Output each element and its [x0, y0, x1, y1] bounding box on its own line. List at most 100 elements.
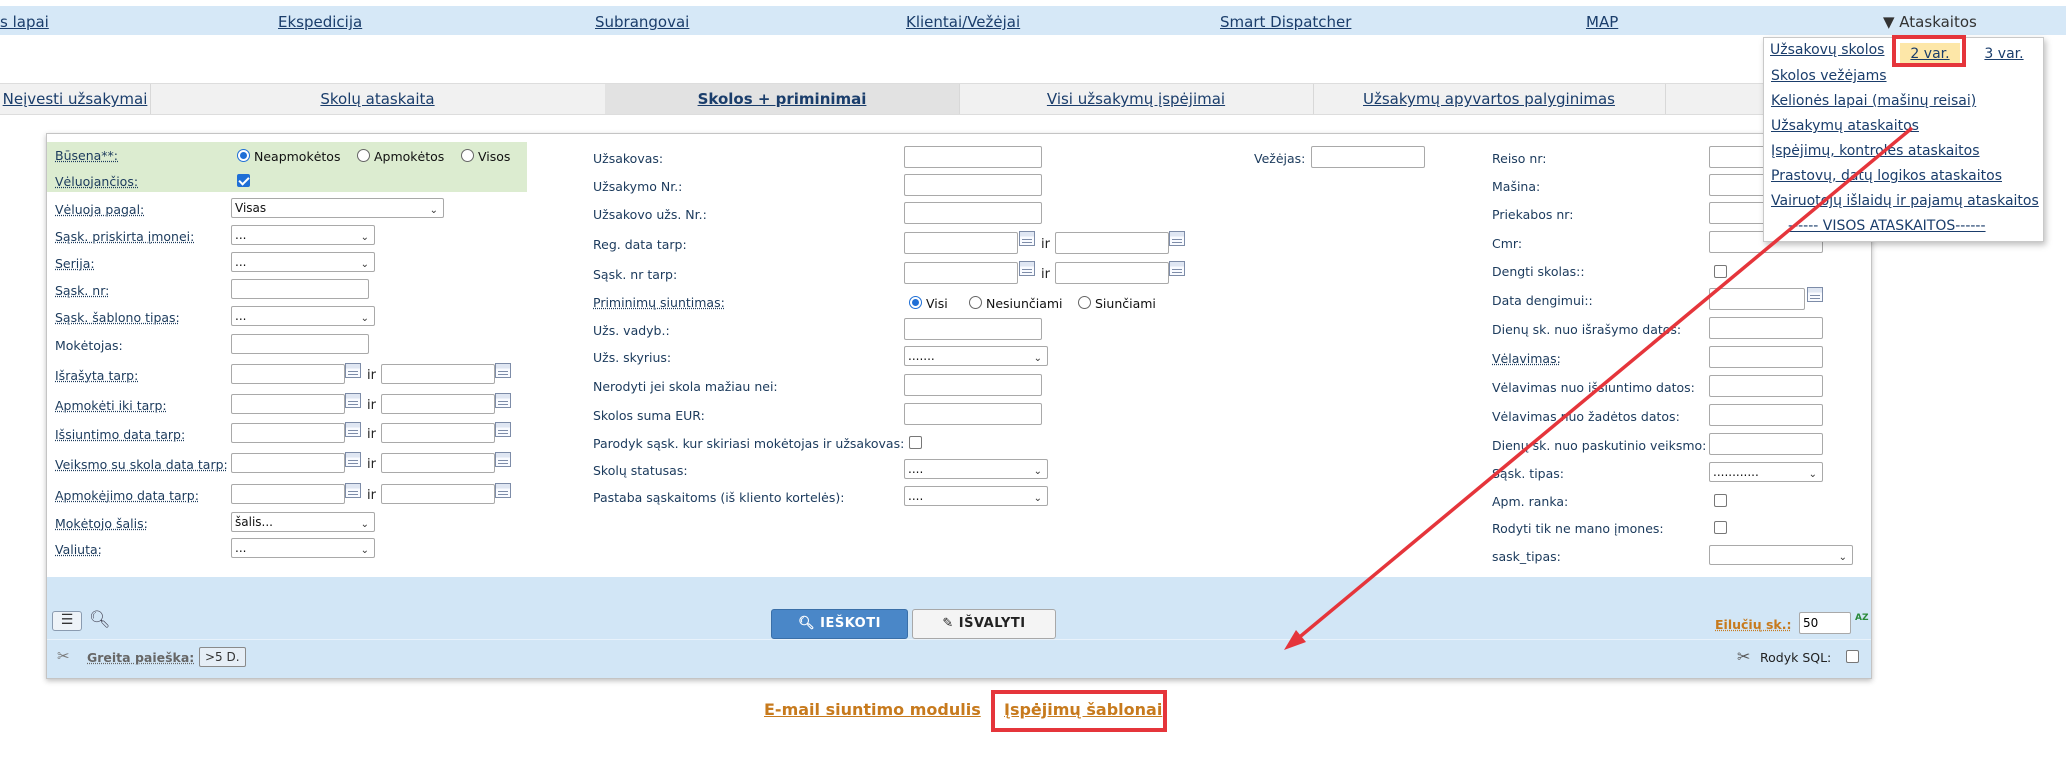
rodyk-sql-checkbox[interactable]	[1846, 650, 1859, 663]
sask-nr-label: Sąsk. nr:	[55, 283, 110, 298]
calendar-icon[interactable]	[345, 483, 361, 498]
rodyti-tik-checkbox[interactable]	[1714, 521, 1727, 534]
pastaba-select[interactable]: .... ⌄	[904, 486, 1048, 506]
sask-tipas2-select[interactable]: ⌄	[1709, 545, 1853, 565]
sask-priskirta-select[interactable]: ... ⌄	[231, 225, 375, 245]
menu-item-ispejimu[interactable]: Įspėjimų, kontrolės ataskaitos	[1771, 143, 1980, 159]
apmoketi-from[interactable]	[231, 394, 345, 414]
menu-item-skolos-vezejams[interactable]: Skolos vežėjams	[1771, 68, 1887, 84]
moketojo-salis-select[interactable]: šalis... ⌄	[231, 512, 375, 532]
calendar-icon[interactable]	[495, 483, 511, 498]
tab-visi-ispejimai[interactable]: Visi užsakymų įspėjimai	[959, 84, 1314, 114]
calendar-icon[interactable]	[345, 422, 361, 437]
calendar-icon[interactable]	[495, 452, 511, 467]
calendar-icon[interactable]	[1807, 287, 1823, 302]
greita-label: Greita paieška:	[87, 650, 195, 665]
calendar-icon[interactable]	[345, 363, 361, 378]
veluojancios-checkbox[interactable]	[237, 174, 250, 187]
uzs-vadyb-input[interactable]	[904, 318, 1042, 340]
reg-data-to[interactable]	[1055, 232, 1169, 254]
apmokejimo-to[interactable]	[381, 484, 495, 504]
calendar-icon[interactable]	[1169, 231, 1185, 246]
veiksmo-to[interactable]	[381, 453, 495, 473]
dienu-israsymo-input[interactable]	[1709, 317, 1823, 339]
apmoketi-to[interactable]	[381, 394, 495, 414]
menu-item-vairuotoju[interactable]: Vairuotojų išlaidų ir pajamų ataskaitos	[1771, 193, 2039, 209]
menu-icon[interactable]: ☰	[52, 611, 82, 631]
nav-item-smart-dispatcher[interactable]: Smart Dispatcher	[1220, 13, 1351, 31]
velavimas-zadetos-input[interactable]	[1709, 404, 1823, 426]
ispejimu-sablonai-link[interactable]: Įspėjimų šablonai	[1004, 700, 1162, 719]
radio-visos[interactable]	[461, 149, 474, 162]
calendar-icon[interactable]	[1169, 261, 1185, 276]
tab-apyvartos[interactable]: Užsakymų apyvartos palyginimas	[1313, 84, 1666, 114]
radio-siunciami[interactable]	[1078, 296, 1091, 309]
email-module-link[interactable]: E-mail siuntimo modulis	[764, 700, 981, 719]
nav-item-lapai[interactable]: s lapai	[0, 13, 49, 31]
menu-item-visos[interactable]: ------ VISOS ATASKAITOS------	[1788, 218, 1986, 234]
nav-item-ekspedicija[interactable]: Ekspedicija	[278, 13, 362, 31]
calendar-icon[interactable]	[345, 452, 361, 467]
var3-button-over[interactable]: 3 var.	[1974, 43, 2034, 65]
reg-data-from[interactable]	[904, 232, 1018, 254]
uzs-skyrius-select[interactable]: ....... ⌄	[904, 346, 1048, 366]
radio-visi[interactable]	[909, 296, 922, 309]
calendar-icon[interactable]	[495, 422, 511, 437]
valiuta-select[interactable]: ... ⌄	[231, 538, 375, 558]
skolu-statusas-select[interactable]: .... ⌄	[904, 459, 1048, 479]
calendar-icon[interactable]	[495, 393, 511, 408]
search-button[interactable]: 🔍︎ IEŠKOTI	[771, 609, 908, 639]
menu-item-uzsakovu-skolos[interactable]: Užsakovų skolos	[1770, 42, 1884, 58]
vezejas-input[interactable]	[1311, 146, 1425, 168]
sask-tipas-select[interactable]: ............ ⌄	[1709, 462, 1823, 482]
zoom-icon[interactable]: 🔍︎	[89, 610, 111, 630]
issiuntimo-from[interactable]	[231, 423, 345, 443]
velavimas-input[interactable]	[1709, 346, 1823, 368]
nav-item-ataskaitos[interactable]: ▼ Ataskaitos	[1883, 13, 1977, 31]
calendar-icon[interactable]	[495, 363, 511, 378]
calendar-icon[interactable]	[345, 393, 361, 408]
uzsakymo-nr-input[interactable]	[904, 174, 1042, 196]
radio-neapmoketos[interactable]	[237, 149, 250, 162]
calendar-icon[interactable]	[1019, 231, 1035, 246]
tab-skolu-ataskaita[interactable]: Skolų ataskaita	[150, 84, 606, 114]
israsyta-to[interactable]	[381, 364, 495, 384]
velavimas-issiuntimo-input[interactable]	[1709, 375, 1823, 397]
radio-apmoketos[interactable]	[357, 149, 370, 162]
dienu-paskutinio-input[interactable]	[1709, 433, 1823, 455]
radio-nesiunciami[interactable]	[969, 296, 982, 309]
apmokejimo-from[interactable]	[231, 484, 345, 504]
menu-item-keliones-lapai[interactable]: Kelionės lapai (mašinų reisai)	[1771, 93, 1976, 109]
sask-nr-tarp-from[interactable]	[904, 262, 1018, 284]
sask-sablono-select[interactable]: ... ⌄	[231, 306, 375, 326]
nav-item-klientai[interactable]: Klientai/Vežėjai	[906, 13, 1020, 31]
dengti-skolas-checkbox[interactable]	[1714, 265, 1727, 278]
moketojas-input[interactable]	[231, 334, 369, 354]
greita-5d-button[interactable]: >5 D.	[199, 647, 246, 667]
uzsakovas-input[interactable]	[904, 146, 1042, 168]
menu-item-uzsakymu-ataskaitos[interactable]: Užsakymų ataskaitos	[1771, 118, 1919, 134]
parodyk-checkbox[interactable]	[909, 436, 922, 449]
sask-nr-tarp-to[interactable]	[1055, 262, 1169, 284]
menu-item-prastovu[interactable]: Prastovų, datų logikos ataskaitos	[1771, 168, 2002, 184]
nav-item-map[interactable]: MAP	[1586, 13, 1618, 31]
apm-ranka-checkbox[interactable]	[1714, 494, 1727, 507]
sask-nr-input[interactable]	[231, 279, 369, 299]
skolos-suma-input[interactable]	[904, 403, 1042, 425]
israsyta-from[interactable]	[231, 364, 345, 384]
tab-neivesti[interactable]: Neįvesti užsakymai	[0, 84, 151, 114]
uzsakovo-uzs-nr-input[interactable]	[904, 202, 1042, 224]
clear-button[interactable]: ✎ IŠVALYTI	[912, 609, 1056, 639]
eiluciu-input[interactable]	[1799, 612, 1851, 634]
veiksmo-from[interactable]	[231, 453, 345, 473]
issiuntimo-to[interactable]	[381, 423, 495, 443]
nerodyti-input[interactable]	[904, 374, 1042, 396]
tab-skolos-priminimai[interactable]: Skolos + priminimai	[605, 84, 960, 114]
reg-data-label: Reg. data tarp:	[593, 237, 687, 252]
serija-select[interactable]: ... ⌄	[231, 252, 375, 272]
veluoja-pagal-select[interactable]: Visas ⌄	[231, 198, 444, 218]
data-dengimui-input[interactable]	[1709, 288, 1805, 310]
sort-az-icon[interactable]: AZ	[1855, 614, 1869, 623]
calendar-icon[interactable]	[1019, 261, 1035, 276]
nav-item-subrangovai[interactable]: Subrangovai	[595, 13, 689, 31]
